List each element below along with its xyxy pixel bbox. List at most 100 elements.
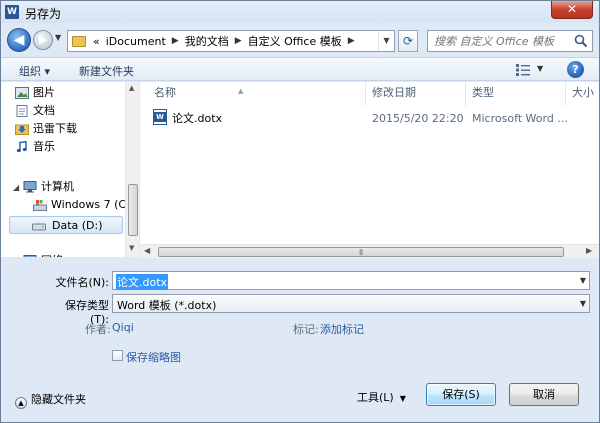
back-arrow-icon: ◀: [13, 32, 25, 48]
nav-item-computer[interactable]: 计算机: [23, 178, 74, 196]
search-box: [427, 30, 593, 52]
recent-pages-dropdown[interactable]: ▼: [55, 33, 61, 42]
author-field[interactable]: Qiqi: [112, 321, 134, 334]
column-header-label: 名称: [154, 86, 176, 99]
nav-item-pictures[interactable]: 图片: [15, 84, 55, 102]
column-header-label: 类型: [472, 86, 494, 99]
save-button[interactable]: 保存(S): [426, 383, 496, 406]
organize-menu[interactable]: 组织 ▾: [19, 63, 50, 79]
nav-item-label: 网络: [41, 254, 63, 257]
nav-item-label: 文档: [33, 104, 55, 117]
breadcrumb-my-documents[interactable]: 我的文档: [182, 33, 232, 49]
chevron-down-icon[interactable]: ▼: [580, 299, 586, 308]
expand-arrow-icon[interactable]: ◢: [13, 183, 19, 192]
scrollbar-thumb[interactable]: |||: [158, 247, 564, 257]
file-name: 论文.dotx: [172, 112, 223, 125]
drive-icon: [32, 223, 46, 231]
close-icon: ✕: [566, 2, 578, 16]
horizontal-scrollbar[interactable]: ◀ ||| ▶: [140, 244, 599, 258]
scrollbar-thumb[interactable]: [128, 184, 138, 236]
nav-item-music[interactable]: 音乐: [16, 138, 55, 156]
forward-arrow-icon: ▶: [38, 33, 48, 46]
tools-label: 工具(L): [357, 391, 394, 404]
cancel-button[interactable]: 取消: [509, 383, 579, 406]
author-label: 作者:: [85, 323, 111, 336]
column-header-label: 大小: [572, 86, 594, 99]
back-button[interactable]: ◀: [7, 28, 31, 52]
search-icon[interactable]: [574, 34, 588, 48]
nav-item-label: 音乐: [33, 140, 55, 153]
nav-item-label: 计算机: [41, 180, 74, 193]
scrollbar-grip-icon: |||: [359, 249, 363, 256]
column-header-size[interactable]: 大小: [566, 82, 599, 106]
refresh-icon: ⟳: [402, 34, 414, 48]
column-header-date[interactable]: 修改日期: [366, 82, 466, 106]
file-list: 名称 ▲ 修改日期 类型 大小 论文.dotx 2015/5/20 22:20 …: [140, 82, 599, 244]
picture-icon: [15, 87, 29, 99]
chevron-down-icon[interactable]: ▼: [378, 31, 394, 51]
hide-folders-button[interactable]: ▲ 隐藏文件夹: [15, 391, 86, 409]
command-toolbar: 组织 ▾ 新建文件夹 ▼ ?: [1, 57, 599, 81]
file-date: 2015/5/20 22:20: [372, 112, 464, 125]
close-button[interactable]: ✕: [551, 1, 593, 19]
navigation-pane: 图片 文档 迅雷下载 音乐 ◢ 计算机 Windows 7 (C:) Data …: [1, 82, 139, 257]
tools-menu[interactable]: 工具(L) ▼: [357, 389, 406, 405]
table-row[interactable]: 论文.dotx 2015/5/20 22:20 Microsoft Word .…: [150, 109, 590, 129]
nav-item-label: Data (D:): [52, 219, 103, 232]
chevron-right-icon[interactable]: ▶: [345, 36, 358, 46]
save-thumbnail-label[interactable]: 保存缩略图: [126, 349, 181, 365]
search-input[interactable]: [428, 31, 568, 51]
nav-item-drive-d[interactable]: Data (D:): [9, 216, 123, 234]
breadcrumb-overflow[interactable]: «: [90, 35, 103, 48]
view-dropdown-icon[interactable]: ▼: [537, 64, 543, 73]
title-bar: W 另存为 ✕: [1, 1, 599, 23]
nav-item-label: 图片: [33, 86, 55, 99]
address-bar[interactable]: « iDocument ▶ 我的文档 ▶ 自定义 Office 模板 ▶ ▼: [67, 30, 395, 52]
breadcrumb-idocument[interactable]: iDocument: [103, 35, 169, 48]
chevron-down-icon[interactable]: ▼: [580, 276, 586, 285]
chevron-up-icon: ▲: [15, 397, 27, 409]
scroll-up-arrow-icon[interactable]: ▲: [129, 84, 134, 92]
windows-drive-icon: [33, 200, 47, 211]
filename-label: 文件名(N):: [55, 276, 109, 289]
savetype-select[interactable]: Word 模板 (*.dotx) ▼: [112, 294, 590, 313]
column-header-type[interactable]: 类型: [466, 82, 566, 106]
filename-field[interactable]: 论文.dotx ▼: [112, 271, 590, 290]
file-type: Microsoft Word ...: [472, 112, 568, 125]
address-row: ◀ ▶ ▼ « iDocument ▶ 我的文档 ▶ 自定义 Office 模板…: [1, 23, 599, 57]
scroll-left-arrow-icon[interactable]: ◀: [144, 246, 150, 255]
nav-item-label: 迅雷下载: [33, 122, 77, 135]
tags-field[interactable]: 添加标记: [320, 321, 364, 337]
filename-value: 论文.dotx: [116, 274, 169, 290]
chevron-right-icon[interactable]: ▶: [169, 36, 182, 46]
document-icon: [16, 105, 28, 117]
chevron-down-icon: ▼: [399, 394, 406, 403]
scroll-down-arrow-icon[interactable]: ▼: [129, 244, 134, 252]
music-icon: [16, 141, 27, 153]
download-icon: [15, 124, 29, 135]
word-app-icon: W: [5, 5, 19, 19]
new-folder-button[interactable]: 新建文件夹: [79, 63, 134, 79]
folder-icon: [72, 35, 86, 47]
save-as-dialog: W 另存为 ✕ ◀ ▶ ▼ « iDocument ▶ 我的文档 ▶ 自定义 O…: [0, 0, 600, 423]
refresh-button[interactable]: ⟳: [398, 30, 418, 52]
forward-button[interactable]: ▶: [33, 30, 53, 50]
hide-folders-label: 隐藏文件夹: [31, 393, 86, 406]
window-title: 另存为: [25, 7, 62, 21]
nav-item-documents[interactable]: 文档: [16, 102, 55, 120]
network-icon: [23, 255, 37, 257]
word-document-icon: [153, 109, 167, 125]
breadcrumb-office-templates[interactable]: 自定义 Office 模板: [245, 33, 345, 49]
nav-item-network[interactable]: 网络: [23, 252, 63, 257]
view-options-icon[interactable]: [515, 63, 531, 77]
scroll-right-arrow-icon[interactable]: ▶: [586, 246, 592, 255]
nav-item-drive-c[interactable]: Windows 7 (C:): [33, 196, 135, 214]
computer-icon: [23, 181, 37, 193]
nav-item-thunder-downloads[interactable]: 迅雷下载: [15, 120, 77, 138]
nav-item-label: Windows 7 (C:): [51, 198, 135, 211]
navigation-scrollbar[interactable]: ▲ ▼: [125, 82, 139, 257]
help-icon[interactable]: ?: [567, 61, 584, 78]
chevron-right-icon[interactable]: ▶: [232, 36, 245, 46]
save-thumbnail-checkbox[interactable]: [112, 350, 123, 361]
column-header-name[interactable]: 名称 ▲: [148, 82, 366, 106]
